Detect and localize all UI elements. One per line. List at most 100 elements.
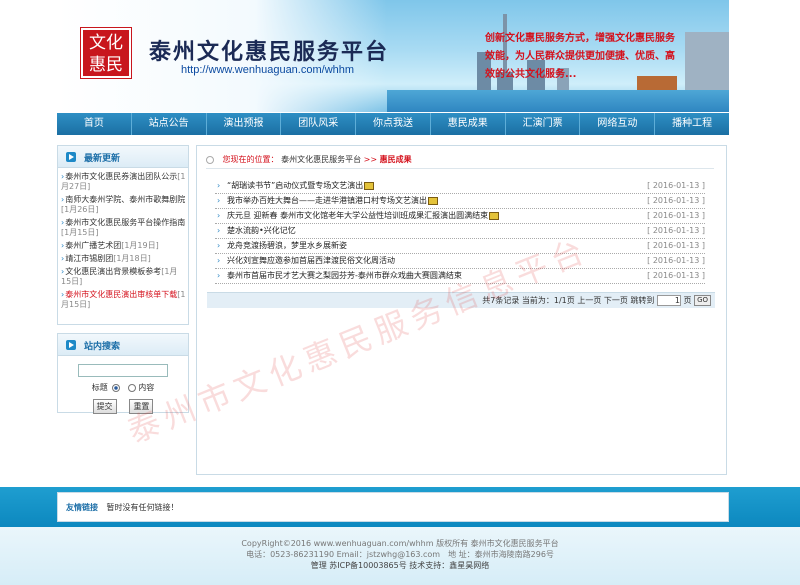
site-footer: CopyRight©2016 www.wenhuaguan.com/whhm 版…: [0, 527, 800, 585]
nav-item-achievements[interactable]: 惠民成果: [431, 113, 506, 135]
latest-updates-panel: 最新更新 ›泰州市文化惠民券演出团队公示[1月27日] ›南师大泰州学院、泰州市…: [57, 145, 189, 325]
news-title[interactable]: 靖江市锡剧团: [65, 254, 113, 263]
bullet-icon: ›: [61, 267, 65, 276]
article-title[interactable]: 兴化刘宣舞应邀参加首届西津渡民俗文化周活动: [227, 254, 395, 268]
nav-item-team-showcase[interactable]: 团队风采: [281, 113, 357, 135]
pagination-summary: 共7条记录 当前为：1/1页: [482, 296, 575, 305]
site-logo[interactable]: 文化惠民: [80, 27, 132, 79]
news-title[interactable]: 泰州广播艺术团: [65, 241, 121, 250]
nav-item-interaction[interactable]: 网络互动: [580, 113, 656, 135]
table-row[interactable]: › 兴化刘宣舞应邀参加首届西津渡民俗文化周活动 [ 2016-01-13 ]: [215, 254, 705, 269]
submit-button[interactable]: 提交: [92, 399, 117, 414]
article-date: [ 2016-01-13 ]: [647, 196, 705, 205]
search-scope: 标题 内容: [64, 382, 182, 393]
radio-content-label: 内容: [138, 383, 155, 392]
news-date: [1月26日]: [61, 205, 99, 214]
play-icon: [66, 340, 76, 350]
latest-updates-title: 最新更新: [84, 154, 121, 164]
breadcrumb-site-link[interactable]: 泰州文化惠民服务平台: [281, 155, 361, 164]
site-url: http://www.wenhuaguan.com/whhm: [181, 64, 355, 76]
bullet-icon: ›: [217, 211, 221, 220]
bullet-icon: ›: [217, 241, 221, 250]
article-title[interactable]: 庆元旦 迎新春 泰州市文化馆老年大学公益性培训班成果汇报演出圆满结束: [227, 211, 488, 220]
table-row[interactable]: › 我市举办百姓大舞台——走进华港镇港口村专场文艺演出 [ 2016-01-13 ]: [215, 194, 705, 209]
bullet-icon: ›: [217, 181, 221, 190]
article-title[interactable]: “胡瑞读书节”启动仪式暨专场文艺演出: [227, 181, 363, 190]
radio-title[interactable]: [111, 383, 120, 392]
next-page-link[interactable]: 下一页: [604, 296, 628, 305]
article-date: [ 2016-01-13 ]: [647, 256, 705, 265]
list-item[interactable]: ›南师大泰州学院、泰州市歌舞剧院[1月26日]: [61, 195, 186, 215]
news-date: [1月15日]: [61, 228, 99, 237]
bullet-icon: ›: [217, 226, 221, 235]
table-row[interactable]: › 龙舟竞渡扬碧浪，梦里水乡展新姿 [ 2016-01-13 ]: [215, 239, 705, 254]
list-item[interactable]: ›泰州市文化惠民演出审核单下载[1月15日]: [61, 290, 186, 310]
friend-links-empty: 暂时没有任何链接！: [106, 503, 179, 512]
site-title: 泰州文化惠民服务平台: [149, 39, 390, 65]
play-icon: [66, 152, 76, 162]
nav-item-tickets[interactable]: 汇演门票: [506, 113, 581, 135]
list-item[interactable]: ›文化惠民演出背景模板参考[1月15日]: [61, 267, 186, 287]
news-title[interactable]: 南师大泰州学院、泰州市歌舞剧院: [65, 195, 185, 204]
friend-links-title: 友情链接: [66, 503, 98, 512]
news-date: [1月19日]: [121, 241, 159, 250]
bullet-icon: ›: [61, 290, 65, 299]
main-content: 您现在的位置： 泰州文化惠民服务平台 >> 惠民成果 › “胡瑞读书节”启动仪式暨…: [196, 145, 727, 475]
list-item[interactable]: ›靖江市锡剧团[1月18日]: [61, 254, 186, 264]
reset-button[interactable]: 重置: [129, 399, 154, 414]
article-title[interactable]: 楚水流韵•兴化记忆: [227, 224, 296, 238]
home-icon: [206, 155, 214, 164]
friend-links-bar: 友情链接 暂时没有任何链接！: [57, 492, 729, 522]
bullet-icon: ›: [61, 172, 65, 181]
nav-item-performance-forecast[interactable]: 演出预报: [207, 113, 282, 135]
site-search-panel: 站内搜索 标题 内容 提交 重置: [57, 333, 189, 414]
news-title[interactable]: 泰州市文化惠民服务平台操作指南: [65, 218, 185, 227]
table-row[interactable]: › 泰州市首届市民才艺大赛之梨园芬芳-泰州市群众戏曲大赛圆满结束 [ 2016-01…: [215, 269, 705, 284]
table-row[interactable]: › 庆元旦 迎新春 泰州市文化馆老年大学公益性培训班成果汇报演出圆满结束 [ 201…: [215, 209, 705, 224]
article-title[interactable]: 我市举办百姓大舞台——走进华港镇港口村专场文艺演出: [227, 196, 427, 205]
article-title[interactable]: 泰州市首届市民才艺大赛之梨园芬芳-泰州市群众戏曲大赛圆满结束: [227, 269, 462, 283]
list-item[interactable]: ›泰州市文化惠民券演出团队公示[1月27日]: [61, 172, 186, 192]
article-date: [ 2016-01-13 ]: [647, 211, 705, 220]
footer-contact: 电话：0523-86231190 Email：jstzwhg@163.com 地…: [246, 550, 554, 559]
news-date: [1月18日]: [113, 254, 151, 263]
go-button[interactable]: GO: [694, 295, 711, 306]
nav-item-sowing-project[interactable]: 播种工程: [655, 113, 729, 135]
new-badge-icon: [428, 196, 438, 205]
article-title[interactable]: 龙舟竞渡扬碧浪，梦里水乡展新姿: [227, 239, 347, 253]
banner-water: [387, 90, 729, 112]
table-row[interactable]: › 楚水流韵•兴化记忆 [ 2016-01-13 ]: [215, 224, 705, 239]
pagination: 共7条记录 当前为：1/1页 上一页 下一页 跳转到 1 页 GO: [207, 292, 715, 308]
page-number-input[interactable]: 1: [656, 295, 681, 306]
breadcrumb: 您现在的位置： 泰州文化惠民服务平台 >> 惠民成果: [206, 154, 714, 169]
table-row[interactable]: › “胡瑞读书节”启动仪式暨专场文艺演出 [ 2016-01-13 ]: [215, 179, 705, 194]
page-container: 文化惠民 泰州文化惠民服务平台 http://www.wenhuaguan.co…: [57, 0, 729, 487]
nav-item-order-delivery[interactable]: 你点我送: [356, 113, 431, 135]
list-item[interactable]: ›泰州市文化惠民服务平台操作指南[1月15日]: [61, 218, 186, 238]
bullet-icon: ›: [61, 241, 65, 250]
news-title[interactable]: 文化惠民演出背景模板参考: [65, 267, 161, 276]
bullet-icon: ›: [217, 256, 221, 265]
main-nav: 首页 站点公告 演出预报 团队风采 你点我送 惠民成果 汇演门票 网络互动 播种…: [57, 113, 729, 135]
new-badge-icon: [364, 181, 375, 190]
breadcrumb-current[interactable]: 惠民成果: [380, 155, 412, 164]
banner-slogan: 创新文化惠民服务方式，增强文化惠民服务效能，为人民群众提供更加便捷、优质、高效的…: [485, 33, 675, 80]
news-title[interactable]: 泰州市文化惠民演出审核单下载: [65, 290, 177, 299]
search-input[interactable]: [78, 364, 168, 377]
article-list: › “胡瑞读书节”启动仪式暨专场文艺演出 [ 2016-01-13 ] › 我市举办百…: [215, 179, 705, 284]
breadcrumb-separator: >>: [363, 155, 378, 164]
bullet-icon: ›: [217, 196, 221, 205]
prev-page-link[interactable]: 上一页: [577, 296, 601, 305]
nav-item-home[interactable]: 首页: [57, 113, 132, 135]
radio-title-label: 标题: [91, 383, 108, 392]
site-search-title: 站内搜索: [84, 342, 121, 352]
footer-copyright: CopyRight©2016 www.wenhuaguan.com/whhm 版…: [241, 539, 559, 548]
jump-label: 跳转到: [630, 296, 655, 305]
article-date: [ 2016-01-13 ]: [647, 226, 705, 235]
nav-item-announcements[interactable]: 站点公告: [132, 113, 207, 135]
news-title[interactable]: 泰州市文化惠民券演出团队公示: [65, 172, 177, 181]
bullet-icon: ›: [61, 254, 65, 263]
site-search-form: 标题 内容 提交 重置: [58, 356, 188, 422]
list-item[interactable]: ›泰州广播艺术团[1月19日]: [61, 241, 186, 251]
radio-content[interactable]: [128, 383, 137, 392]
